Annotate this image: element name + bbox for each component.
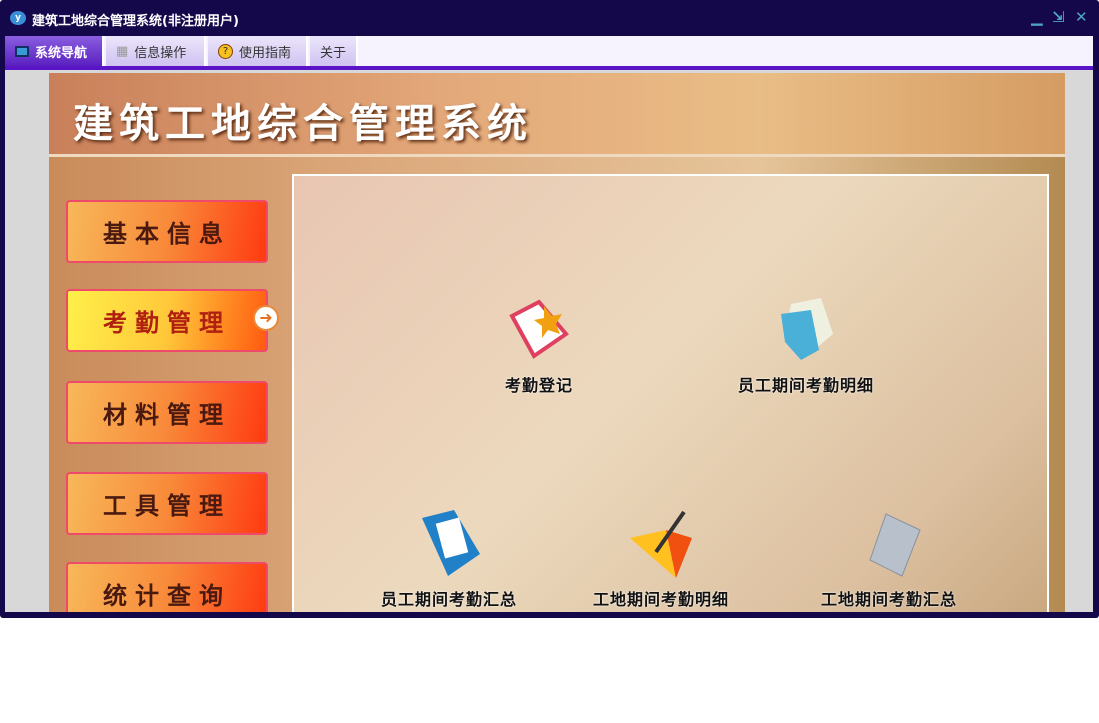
tab-info-ops[interactable]: ▦ 信息操作	[106, 36, 206, 66]
minimize-button[interactable]: ▁	[1031, 8, 1043, 26]
app-window: y 建筑工地综合管理系统(非注册用户) ▁ ⇲ ✕ 系统导航 ▦ 信息操作 ? 使用…	[0, 0, 1099, 618]
sidebar-item-materials[interactable]: 材料管理	[66, 381, 268, 444]
orange-folder-pen-icon	[630, 510, 692, 578]
notebook-leaf-icon	[509, 299, 569, 359]
blue-binder-icon	[422, 510, 480, 576]
sidebar-item-attendance[interactable]: 考勤管理	[66, 289, 268, 352]
monitor-icon	[15, 45, 29, 57]
content-area: 建筑工地综合管理系统 基本信息 考勤管理 ➜ 材料管理 工具管理 统计查询 考勤…	[5, 70, 1093, 612]
employee-period-summary[interactable]: 员工期间考勤汇总	[359, 508, 539, 610]
tab-guide[interactable]: ? 使用指南	[208, 36, 308, 66]
tab-label: 信息操作	[134, 45, 187, 61]
tab-label: 关于	[320, 45, 347, 61]
banner-title: 建筑工地综合管理系统	[73, 101, 533, 147]
item-label: 员工期间考勤明细	[737, 376, 874, 395]
restore-button[interactable]: ⇲	[1052, 8, 1065, 26]
arrow-right-icon: ➜	[253, 305, 279, 331]
item-label: 工地期间考勤汇总	[820, 590, 957, 609]
menu-tabs: 系统导航 ▦ 信息操作 ? 使用指南 关于	[5, 36, 1093, 66]
close-button[interactable]: ✕	[1075, 8, 1088, 26]
employee-period-detail[interactable]: 员工期间考勤明细	[716, 294, 896, 396]
help-icon: ?	[218, 43, 233, 59]
sidebar-item-statistics[interactable]: 统计查询	[66, 562, 268, 612]
site-period-summary[interactable]: 工地期间考勤汇总	[799, 508, 979, 610]
grid-icon: ▦	[116, 43, 129, 59]
tab-label: 使用指南	[239, 45, 292, 61]
app-panel: 建筑工地综合管理系统 基本信息 考勤管理 ➜ 材料管理 工具管理 统计查询 考勤…	[49, 73, 1065, 612]
grey-folder-icon	[869, 513, 921, 577]
attendance-register[interactable]: 考勤登记	[449, 294, 629, 396]
sidebar-item-tools[interactable]: 工具管理	[66, 472, 268, 535]
sidebar-item-basic-info[interactable]: 基本信息	[66, 200, 268, 263]
title-bar: y 建筑工地综合管理系统(非注册用户) ▁ ⇲ ✕	[0, 0, 1099, 36]
window-title: 建筑工地综合管理系统(非注册用户)	[32, 14, 239, 29]
site-period-detail[interactable]: 工地期间考勤明细	[571, 508, 751, 610]
blue-folder-icon	[781, 298, 833, 360]
function-panel: 考勤登记 员工期间考勤明细 员工期间考勤汇总 工地期间考勤明细 工地期间考勤汇总	[292, 174, 1049, 612]
item-label: 工地期间考勤明细	[592, 590, 729, 609]
tab-system-nav[interactable]: 系统导航	[5, 36, 104, 66]
tab-label: 系统导航	[35, 45, 88, 61]
item-label: 考勤登记	[504, 376, 573, 395]
tab-about[interactable]: 关于	[310, 36, 358, 66]
banner: 建筑工地综合管理系统	[49, 73, 1065, 157]
app-logo-icon: y	[10, 11, 26, 25]
item-label: 员工期间考勤汇总	[380, 590, 517, 609]
